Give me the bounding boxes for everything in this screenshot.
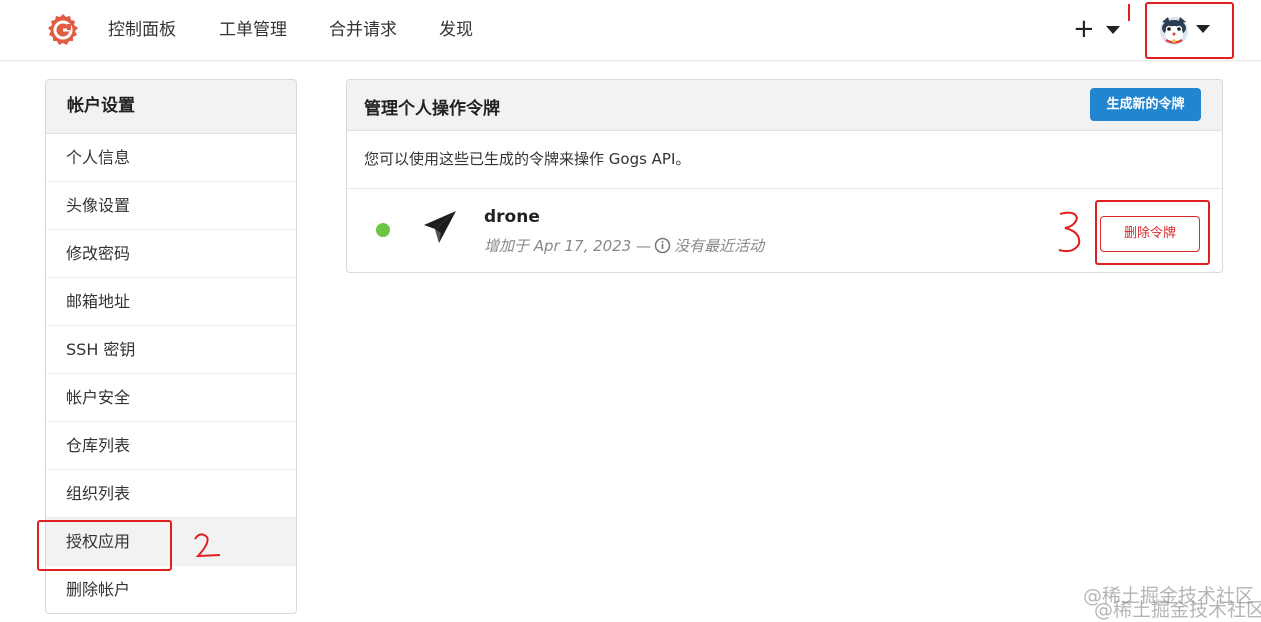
access-tokens-panel: 管理个人操作令牌 生成新的令牌 您可以使用这些已生成的令牌来操作 Gogs AP… xyxy=(346,79,1223,273)
token-added-date: 增加于 Apr 17, 2023 — xyxy=(484,237,652,255)
token-status-dot xyxy=(376,223,390,237)
sidebar-item-organizations[interactable]: 组织列表 xyxy=(46,470,296,518)
sidebar-item-ssh-keys[interactable]: SSH 密钥 xyxy=(46,326,296,374)
annotation-number-3 xyxy=(1058,211,1081,253)
nav-dashboard[interactable]: 控制面板 xyxy=(108,19,176,41)
token-meta: 增加于 Apr 17, 2023 — 没有最近活动 xyxy=(484,235,764,256)
token-name: drone xyxy=(484,207,540,227)
token-row: drone 增加于 Apr 17, 2023 — 没有最近活动 删除令牌 xyxy=(347,189,1222,272)
nav-pull-requests[interactable]: 合并请求 xyxy=(329,19,397,41)
nav-issues[interactable]: 工单管理 xyxy=(219,19,287,41)
annotation-number-1 xyxy=(1128,4,1130,21)
watermark-shadow: @稀土掘金技术社区 xyxy=(1094,599,1261,621)
token-activity: 没有最近活动 xyxy=(674,237,765,255)
annotation-number-2 xyxy=(194,533,221,558)
sidebar-item-security[interactable]: 帐户安全 xyxy=(46,374,296,422)
send-plane-icon xyxy=(424,211,456,243)
annotation-box-3 xyxy=(1095,200,1210,265)
sidebar-item-avatar[interactable]: 头像设置 xyxy=(46,182,296,230)
panel-header: 管理个人操作令牌 生成新的令牌 xyxy=(347,80,1222,131)
annotation-box-2 xyxy=(37,520,172,571)
gogs-logo-icon[interactable] xyxy=(46,13,80,47)
sidebar-title: 帐户设置 xyxy=(46,80,296,134)
info-icon xyxy=(654,237,671,254)
sidebar-item-password[interactable]: 修改密码 xyxy=(46,230,296,278)
sidebar-item-repositories[interactable]: 仓库列表 xyxy=(46,422,296,470)
panel-description: 您可以使用这些已生成的令牌来操作 Gogs API。 xyxy=(347,131,1222,189)
top-navbar: 控制面板 工单管理 合并请求 发现 + xyxy=(0,0,1261,61)
sidebar-item-delete-account[interactable]: 删除帐户 xyxy=(46,566,296,613)
create-new-button[interactable]: + xyxy=(1073,16,1095,42)
sidebar-item-profile[interactable]: 个人信息 xyxy=(46,134,296,182)
panel-title: 管理个人操作令牌 xyxy=(364,99,500,119)
create-dropdown-caret-icon[interactable] xyxy=(1106,26,1120,34)
nav-explore[interactable]: 发现 xyxy=(439,19,473,41)
annotation-box-1 xyxy=(1145,2,1234,59)
sidebar-item-email[interactable]: 邮箱地址 xyxy=(46,278,296,326)
generate-token-button[interactable]: 生成新的令牌 xyxy=(1090,88,1201,121)
